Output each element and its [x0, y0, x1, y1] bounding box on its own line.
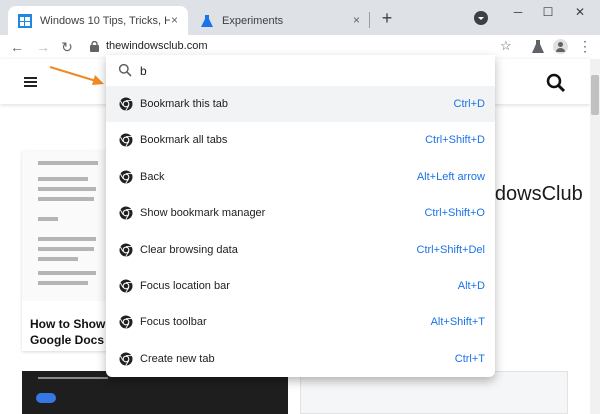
article-thumbnail — [22, 151, 114, 301]
reload-button[interactable]: ↻ — [58, 38, 76, 56]
toggle-switch — [36, 393, 56, 403]
suggestion-label: Focus location bar — [140, 280, 230, 292]
tab-windows-club[interactable]: Windows 10 Tips, Tricks, Help, Support × — [8, 6, 188, 35]
omnibox-query-row[interactable]: b — [106, 55, 495, 86]
suggestion-label: Bookmark all tabs — [140, 134, 228, 147]
suggestion-item[interactable]: Create new tab Ctrl+T — [106, 341, 495, 377]
hamburger-icon[interactable] — [24, 77, 37, 87]
suggestion-item[interactable]: Focus location bar Alt+D — [106, 268, 495, 304]
suggestion-item[interactable]: Show bookmark manager Ctrl+Shift+O — [106, 195, 495, 231]
suggestion-label: Focus toolbar — [140, 316, 207, 329]
chrome-icon — [119, 133, 133, 148]
tab-strip: Windows 10 Tips, Tricks, Help, Support ×… — [0, 0, 600, 35]
suggestion-shortcut: Ctrl+Shift+O — [424, 207, 485, 220]
suggestion-item[interactable]: Back Alt+Left arrow — [106, 159, 495, 195]
suggestion-shortcut: Alt+Left arrow — [416, 170, 485, 183]
suggestion-label: Back — [140, 170, 165, 183]
tab-title: Experiments — [222, 14, 284, 27]
profile-avatar[interactable] — [553, 39, 568, 54]
minimize-button[interactable]: ─ — [508, 4, 528, 20]
new-tab-button[interactable]: + — [377, 8, 397, 28]
suggestion-label: Show bookmark manager — [140, 207, 266, 220]
omnibox-dropdown: b Bookmark this tab Ctrl+D Bookmark all ta… — [106, 55, 495, 377]
chrome-icon — [119, 170, 133, 184]
maximize-button[interactable]: ☐ — [538, 4, 558, 20]
article-card-dark[interactable] — [22, 371, 288, 414]
close-window-button[interactable]: ✕ — [570, 4, 590, 20]
suggestion-shortcut: Alt+D — [457, 280, 485, 292]
article-card-light[interactable] — [300, 371, 568, 414]
chrome-icon — [119, 315, 133, 330]
omnibox-query[interactable]: b — [140, 64, 147, 78]
chrome-icon — [119, 97, 133, 111]
browser-window: Windows 10 Tips, Tricks, Help, Support ×… — [0, 0, 600, 414]
suggestion-shortcut: Ctrl+Shift+Del — [416, 243, 485, 256]
suggestion-shortcut: Ctrl+T — [454, 352, 485, 365]
tab-title: Windows 10 Tips, Tricks, Help, Support — [40, 14, 170, 27]
tab-experiments[interactable]: Experiments × — [190, 6, 370, 35]
person-icon — [556, 42, 565, 52]
article-title[interactable]: How to Show Google Docs — [30, 316, 114, 348]
menu-icon[interactable]: ⋮ — [578, 38, 592, 55]
tab-separator — [369, 12, 370, 28]
suggestion-item[interactable]: Bookmark this tab Ctrl+D — [106, 86, 495, 122]
suggestion-shortcut: Alt+Shift+T — [430, 316, 485, 329]
address-bar-url[interactable]: thewindowsclub.com — [106, 40, 208, 52]
suggestion-label: Clear browsing data — [140, 243, 238, 256]
chrome-icon — [119, 279, 133, 293]
search-icon[interactable] — [546, 73, 566, 93]
search-icon — [118, 63, 132, 77]
windows-favicon-icon — [18, 13, 32, 28]
chrome-icon — [119, 243, 133, 257]
suggestion-label: Bookmark this tab — [140, 98, 229, 110]
star-icon[interactable]: ☆ — [500, 38, 512, 54]
lock-icon[interactable] — [90, 41, 99, 52]
experiments-icon[interactable] — [532, 40, 544, 53]
arrow-pointer-icon — [49, 65, 104, 85]
suggestion-label: Create new tab — [140, 352, 215, 365]
forward-button[interactable]: → — [34, 38, 52, 56]
tab-close-icon[interactable]: × — [171, 14, 178, 26]
scrollbar-thumb[interactable] — [591, 75, 599, 115]
article-card[interactable]: How to Show Google Docs — [22, 151, 114, 351]
suggestion-shortcut: Ctrl+D — [453, 98, 485, 110]
tab-search-icon[interactable] — [474, 11, 488, 25]
flask-icon — [201, 14, 213, 27]
suggestion-item[interactable]: Bookmark all tabs Ctrl+Shift+D — [106, 122, 495, 158]
suggestion-shortcut: Ctrl+Shift+D — [425, 134, 485, 147]
chrome-icon — [119, 352, 133, 366]
chrome-icon — [119, 206, 133, 220]
back-button[interactable]: ← — [8, 38, 26, 56]
suggestion-item[interactable]: Clear browsing data Ctrl+Shift+Del — [106, 232, 495, 268]
suggestion-item[interactable]: Focus toolbar Alt+Shift+T — [106, 304, 495, 340]
tab-close-icon[interactable]: × — [353, 14, 360, 26]
